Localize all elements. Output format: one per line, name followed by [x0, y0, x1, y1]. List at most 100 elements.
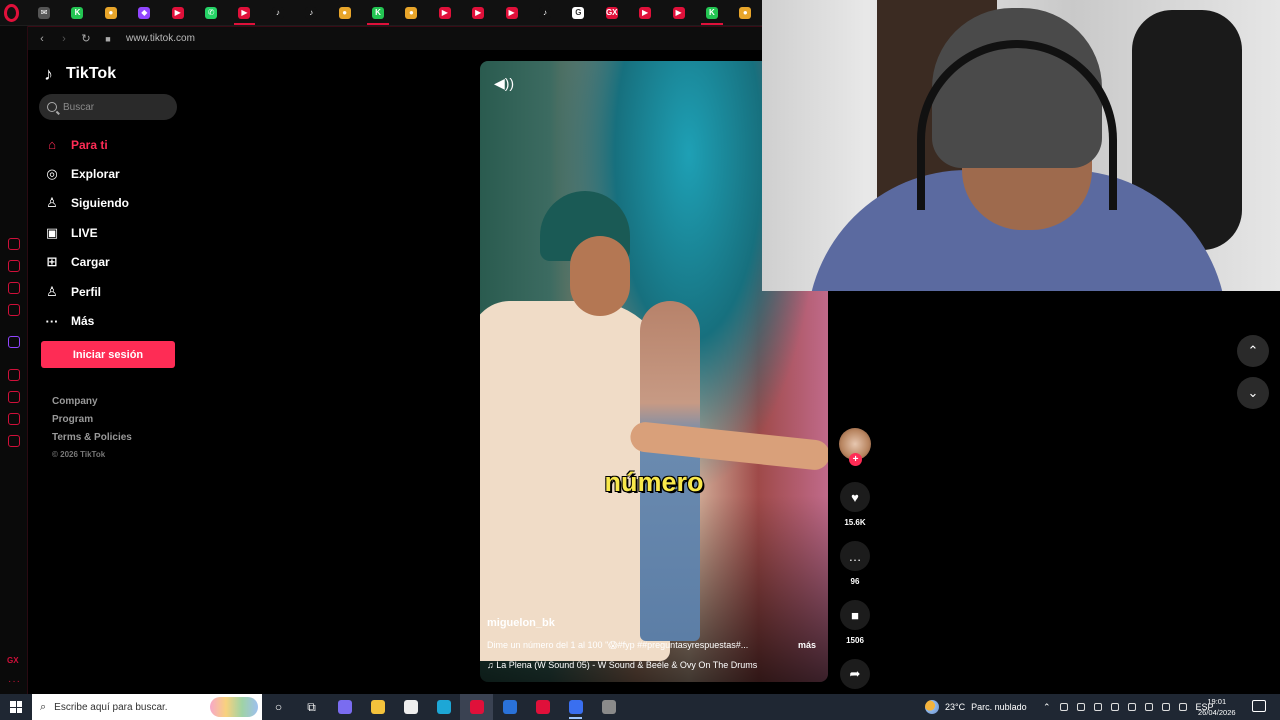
browser-tab[interactable]: K	[361, 0, 394, 26]
nav-item-following[interactable]: ♙ Siguiendo	[44, 189, 129, 218]
footer-program-link[interactable]: Program	[52, 414, 132, 432]
tray-device-icon[interactable]	[1127, 703, 1136, 711]
sidebar-gx-label[interactable]: GX	[7, 656, 19, 665]
browser-tab[interactable]: ▶	[461, 0, 494, 26]
follow-plus-icon[interactable]: +	[849, 453, 862, 466]
browser-tab[interactable]: ▶	[662, 0, 695, 26]
address-bar: ‹ › ↻ ■ www.tiktok.com	[28, 26, 762, 50]
nav-item-home[interactable]: ⌂ Para ti	[44, 130, 129, 159]
taskbar-app[interactable]	[559, 694, 592, 720]
tray-volume-icon[interactable]	[1144, 703, 1153, 711]
start-button[interactable]	[0, 694, 32, 720]
taskbar-app[interactable]	[460, 694, 493, 720]
search-input[interactable]: Buscar	[39, 94, 177, 120]
taskbar-app[interactable]	[592, 694, 625, 720]
previous-video-button[interactable]: ⌃	[1237, 335, 1269, 367]
video-author[interactable]: miguelon_bk	[487, 617, 555, 629]
tray-shield-icon[interactable]	[1076, 703, 1085, 711]
nav-item-profile[interactable]: ♙ Perfil	[44, 277, 129, 306]
browser-tab[interactable]: ▶	[495, 0, 528, 26]
next-video-button[interactable]: ⌄	[1237, 377, 1269, 409]
browser-tab[interactable]: ●	[395, 0, 428, 26]
sidebar-settings-icon[interactable]	[8, 435, 20, 447]
taskbar-app[interactable]	[526, 694, 559, 720]
tiktok-nav-menu: ⌂ Para ti ◎ Explorar ♙ Siguiendo ▣ LIVE ⊞ Cargar ♙…	[44, 130, 130, 336]
weather-widget[interactable]: 23°C Parc. nublado	[925, 694, 1027, 720]
browser-tab[interactable]: G	[562, 0, 595, 26]
taskbar-app[interactable]: ○	[262, 694, 295, 720]
nav-item-label: Explorar	[71, 167, 120, 182]
browser-tab[interactable]: ✆	[194, 0, 227, 26]
forward-icon[interactable]: ›	[58, 33, 70, 45]
tray-edit-icon[interactable]	[1178, 703, 1187, 711]
save-action[interactable]: ■ 1506	[838, 600, 872, 645]
bookmark-icon[interactable]: ■	[840, 600, 870, 630]
sidebar-chat-icon[interactable]	[8, 282, 20, 294]
clock[interactable]: 19:01 26/04/2026	[1198, 696, 1236, 718]
browser-tab[interactable]: ●	[94, 0, 127, 26]
sidebar-twitch-icon[interactable]	[8, 336, 20, 348]
reload-icon[interactable]: ↻	[80, 33, 92, 45]
lock-icon: ■	[105, 33, 111, 44]
video-music[interactable]: ♫ La Plena (W Sound 05) - W Sound & Beél…	[487, 660, 757, 670]
author-avatar[interactable]: +	[839, 428, 871, 466]
notification-icon[interactable]	[1252, 700, 1266, 712]
browser-tab[interactable]: ▶	[628, 0, 661, 26]
footer-links: Company Program Terms & Policies © 2026 …	[52, 396, 132, 468]
taskbar-app[interactable]	[361, 694, 394, 720]
following-icon: ♙	[46, 195, 58, 211]
tray-mic-icon[interactable]	[1093, 703, 1102, 711]
taskbar-app[interactable]	[493, 694, 526, 720]
footer-terms-link[interactable]: Terms & Policies	[52, 432, 132, 450]
sidebar-refresh-icon[interactable]	[8, 238, 20, 250]
browser-tab[interactable]: ◆	[128, 0, 161, 26]
video-more-link[interactable]: más	[798, 640, 816, 650]
tray-app-icon[interactable]	[1059, 703, 1068, 711]
browser-tab[interactable]: GX	[595, 0, 628, 26]
system-tray: ⌃ ESP	[1043, 694, 1214, 720]
tray-chevron-icon[interactable]: ⌃	[1043, 702, 1051, 713]
browser-tab[interactable]: ▶	[161, 0, 194, 26]
sidebar-history-icon[interactable]	[8, 391, 20, 403]
sidebar-extensions-icon[interactable]	[8, 413, 20, 425]
url-field[interactable]: www.tiktok.com	[126, 33, 195, 44]
browser-tab[interactable]: ▶	[228, 0, 261, 26]
sidebar-messenger-icon[interactable]	[8, 304, 20, 316]
browser-tab[interactable]: ✉	[27, 0, 60, 26]
tray-camera-icon[interactable]	[1110, 703, 1119, 711]
sidebar-more-icon[interactable]: ···	[8, 676, 21, 687]
back-icon[interactable]: ‹	[36, 33, 48, 45]
comment-icon[interactable]: …	[840, 541, 870, 571]
browser-tab[interactable]: ▶	[428, 0, 461, 26]
nav-item-live[interactable]: ▣ LIVE	[44, 218, 129, 247]
browser-tab[interactable]: K	[695, 0, 728, 26]
share-icon[interactable]: ➦	[840, 659, 870, 689]
browser-tab[interactable]: ♪	[261, 0, 294, 26]
tray-network-icon[interactable]	[1161, 703, 1170, 711]
windows-icon	[10, 701, 22, 713]
nav-item-compass[interactable]: ◎ Explorar	[44, 159, 129, 188]
footer-company-link[interactable]: Company	[52, 396, 132, 414]
like-action[interactable]: ♥ 15.6K	[838, 482, 872, 527]
taskbar-app[interactable]	[328, 694, 361, 720]
copilot-icon	[337, 700, 352, 714]
browser-tab[interactable]: ●	[729, 0, 762, 26]
volume-icon[interactable]: ◀))	[494, 75, 514, 92]
nav-item-more[interactable]: ··· Más	[44, 306, 129, 335]
nav-item-upload[interactable]: ⊞ Cargar	[44, 248, 129, 277]
taskbar-search-input[interactable]: ⌕ Escribe aquí para buscar.	[32, 694, 262, 720]
browser-tab[interactable]: ♪	[528, 0, 561, 26]
sidebar-bag-icon[interactable]	[8, 260, 20, 272]
taskbar-app[interactable]	[427, 694, 460, 720]
opera-gx-logo-icon[interactable]	[4, 3, 20, 22]
browser-tab[interactable]: ●	[328, 0, 361, 26]
taskbar-app[interactable]: ⧉	[295, 694, 328, 720]
heart-icon[interactable]: ♥	[840, 482, 870, 512]
tiktok-logo[interactable]: ♪ TikTok	[44, 64, 116, 84]
login-button[interactable]: Iniciar sesión	[41, 341, 175, 368]
browser-tab[interactable]: K	[61, 0, 94, 26]
comment-action[interactable]: … 96	[838, 541, 872, 586]
taskbar-app[interactable]	[394, 694, 427, 720]
sidebar-player-icon[interactable]	[8, 369, 20, 381]
browser-tab[interactable]: ♪	[295, 0, 328, 26]
